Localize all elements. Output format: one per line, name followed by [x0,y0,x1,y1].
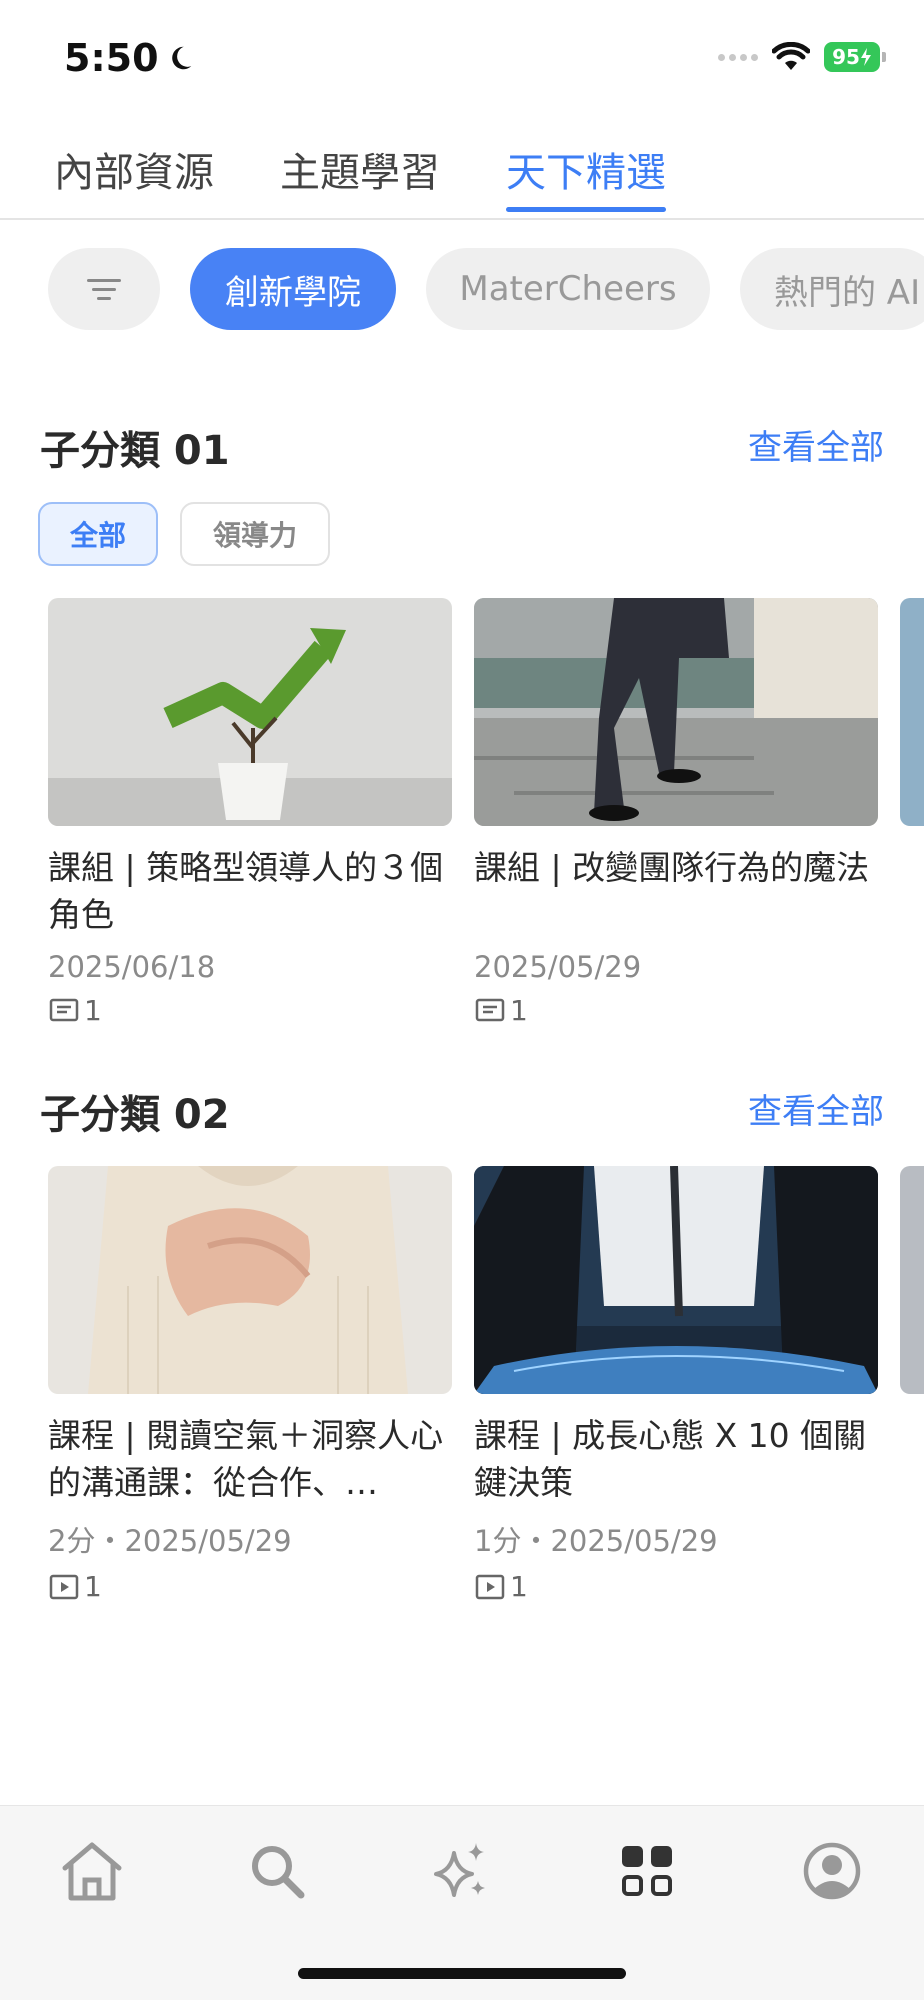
video-icon [475,1574,505,1599]
sparkle-icon [434,1843,485,1897]
grid-icon [622,1846,672,1896]
active-tab-indicator [506,207,666,212]
battery-level: 95 [832,45,860,69]
course-thumbnail [48,1166,452,1394]
section-title-2: 子分類 02 [40,1092,230,1138]
course-thumbnail [900,1166,924,1394]
course-title: 課組 | 改變團隊行為的魔法 [474,848,870,887]
wifi-icon [772,42,810,70]
course-card-peek[interactable] [900,598,924,826]
subfilter-leadership[interactable]: 領導力 [180,502,330,566]
course-card[interactable]: 課組 | 策略型領導人的３個角色 2025/06/18 1 [48,598,452,1027]
course-count-value: 1 [510,994,528,1027]
course-count-value: 1 [84,994,102,1027]
nav-categories[interactable] [612,1836,682,1906]
course-thumbnail [474,1166,878,1394]
course-date: 2025/06/18 [48,950,216,984]
cellular-signal-icon [718,53,758,61]
course-card[interactable]: 課組 | 改變團隊行為的魔法 2025/05/29 1 [474,598,878,1027]
nav-home[interactable] [57,1836,127,1906]
status-time: 5:50 [64,36,195,80]
home-indicator [298,1968,626,1979]
charging-bolt-icon [860,48,871,66]
home-icon [62,1842,122,1901]
course-title: 課組 | 策略型領導人的３個角色 [48,848,444,934]
course-thumbnail [474,598,878,826]
course-card[interactable]: 課程 | 閱讀空氣＋洞察人心的溝通課：從合作、… 2分・2025/05/29 1 [48,1166,452,1603]
document-icon [49,998,79,1021]
filter-button[interactable] [48,248,160,330]
top-tabs: 內部資源 主題學習 天下精選 [0,110,924,220]
tab-internal-resources[interactable]: 內部資源 [54,140,214,198]
course-duration-date: 2分・2025/05/29 [48,1524,292,1558]
course-card-peek[interactable] [900,1166,924,1394]
chip-matercheers[interactable]: MaterCheers [426,248,710,330]
status-indicators: 95 [718,42,886,72]
category-chips: 創新學院 MaterCheers 熱門的 AI [0,248,924,332]
course-count: 1 [474,994,878,1027]
course-thumbnail [48,598,452,826]
video-icon [49,1574,79,1599]
search-icon [252,1846,305,1899]
chip-popular-ai[interactable]: 熱門的 AI [740,248,924,330]
status-bar: 5:50 95 [0,0,924,110]
course-count: 1 [48,1570,452,1603]
moon-icon [171,46,191,70]
course-card[interactable]: 課程 | 成長心態 X 10 個關鍵決策 1分・2025/05/29 1 [474,1166,878,1603]
nav-profile[interactable] [797,1836,867,1906]
document-icon [475,998,505,1021]
course-title: 課程 | 閱讀空氣＋洞察人心的溝通課：從合作、… [48,1416,444,1502]
nav-search[interactable] [242,1836,312,1906]
profile-icon [803,1842,861,1900]
course-count: 1 [474,1570,878,1603]
section-title-1: 子分類 01 [40,428,230,474]
tab-topic-learning[interactable]: 主題學習 [280,140,440,198]
course-count-value: 1 [510,1570,528,1603]
view-all-link-1[interactable]: 查看全部 [748,420,884,469]
chip-innovation-academy[interactable]: 創新學院 [190,248,396,330]
course-duration-date: 1分・2025/05/29 [474,1524,718,1558]
view-all-link-2[interactable]: 查看全部 [748,1084,884,1133]
battery-icon: 95 [824,42,886,72]
filter-icon [87,278,121,300]
clock-text: 5:50 [64,36,159,80]
course-count-value: 1 [84,1570,102,1603]
course-thumbnail [900,598,924,826]
course-count: 1 [48,994,452,1027]
nav-ai[interactable] [427,1836,497,1906]
tab-featured[interactable]: 天下精選 [506,140,666,198]
course-title: 課程 | 成長心態 X 10 個關鍵決策 [474,1416,867,1502]
subfilter-all[interactable]: 全部 [38,502,158,566]
course-date: 2025/05/29 [474,950,642,984]
